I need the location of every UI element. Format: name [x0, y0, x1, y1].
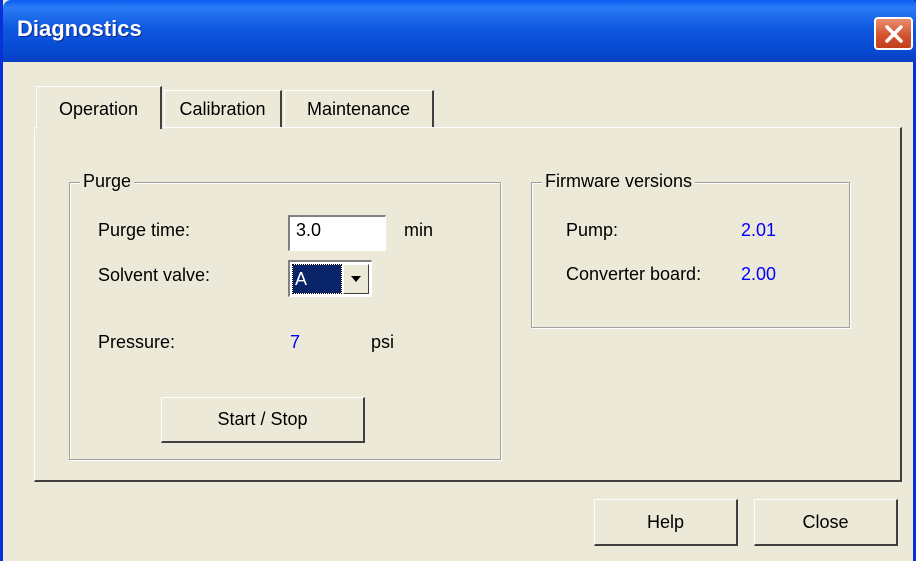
pump-version-label: Pump: [566, 220, 619, 240]
window-close-button[interactable] [874, 17, 913, 50]
solvent-valve-select[interactable]: A [288, 260, 372, 297]
purge-group: Purge Purge time: 3.0 min Solvent valve:… [69, 171, 501, 460]
tab-maintenance[interactable]: Maintenance [284, 90, 434, 128]
tab-operation-label: Operation [58, 99, 139, 119]
window-title: Diagnostics [17, 16, 142, 41]
converter-board-label: Converter board: [566, 264, 702, 284]
purge-time-label: Purge time: [98, 220, 191, 240]
diagnostics-window: Diagnostics Operation Calibration Mainte… [0, 0, 916, 561]
help-button[interactable]: Help [594, 499, 738, 546]
tab-maintenance-label: Maintenance [306, 99, 411, 119]
tab-panel-operation: Purge Purge time: 3.0 min Solvent valve:… [34, 127, 902, 482]
tab-calibration[interactable]: Calibration [164, 90, 282, 128]
firmware-group: Firmware versions Pump: 2.01 Converter b… [531, 171, 850, 328]
start-stop-button[interactable]: Start / Stop [161, 397, 365, 443]
firmware-group-label: Firmware versions [542, 171, 696, 192]
purge-time-value: 3.0 [296, 220, 322, 240]
purge-group-label: Purge [80, 171, 135, 192]
tab-calibration-label: Calibration [179, 99, 266, 119]
converter-board-value: 2.00 [741, 264, 777, 284]
tab-operation[interactable]: Operation [36, 86, 162, 129]
purge-time-input[interactable]: 3.0 [288, 215, 386, 251]
pressure-unit: psi [371, 332, 395, 352]
chevron-down-icon [351, 276, 361, 282]
pressure-label: Pressure: [98, 332, 176, 352]
close-icon [884, 24, 903, 43]
pressure-value: 7 [290, 332, 301, 352]
pump-version-value: 2.01 [741, 220, 777, 240]
close-button[interactable]: Close [754, 499, 898, 546]
solvent-valve-value: A [292, 264, 342, 294]
purge-time-unit: min [404, 220, 434, 240]
solvent-valve-label: Solvent valve: [98, 265, 211, 285]
solvent-valve-dropdown-button[interactable] [343, 264, 369, 294]
title-bar[interactable]: Diagnostics [3, 0, 916, 62]
